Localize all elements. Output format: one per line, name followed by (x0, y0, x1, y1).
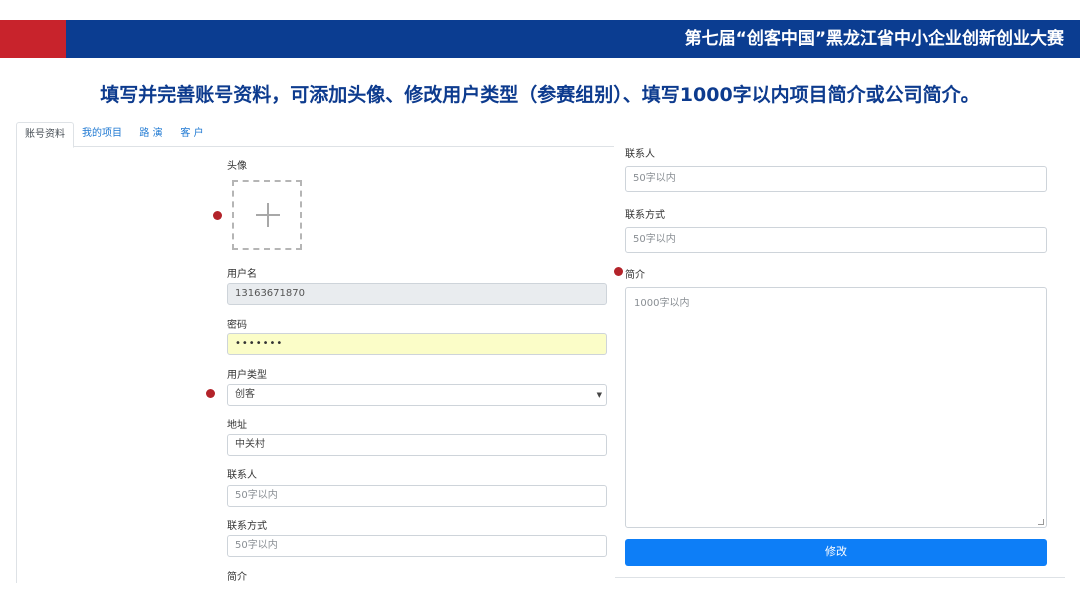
tab-my-projects[interactable]: 我的项目 (78, 122, 126, 147)
intro-textarea[interactable]: 1000字以内 (625, 287, 1047, 528)
contact-method-field[interactable]: 50字以内 (227, 535, 607, 557)
tab-account-info[interactable]: 账号资料 (16, 122, 74, 148)
banner-title: 第七届“创客中国”黑龙江省中小企业创新创业大赛 (684, 29, 1064, 49)
panel-bottom-divider (615, 577, 1065, 578)
address-label: 地址 (227, 420, 247, 431)
username-field: 13163671870 (227, 283, 607, 305)
tab-customers[interactable]: 客 户 (176, 122, 208, 147)
password-field[interactable]: ••••••• (227, 333, 607, 355)
tab-roadshow[interactable]: 路 演 (134, 122, 168, 147)
contact-method-field-right[interactable]: 50字以内 (625, 227, 1047, 253)
marker-dot-user-type (206, 389, 215, 398)
password-label: 密码 (227, 320, 247, 331)
username-label: 用户名 (227, 269, 257, 280)
profile-tabs: 账号资料 我的项目 路 演 客 户 (16, 122, 614, 148)
contact-field[interactable]: 50字以内 (227, 485, 607, 507)
intro-placeholder: 1000字以内 (634, 298, 690, 309)
marker-dot-avatar (213, 211, 222, 220)
marker-dot-intro (614, 267, 623, 276)
user-type-select[interactable]: 创客 ▼ (227, 384, 607, 406)
contact-label-right: 联系人 (625, 149, 655, 160)
top-banner: 第七届“创客中国”黑龙江省中小企业创新创业大赛 (0, 20, 1080, 58)
contact-label: 联系人 (227, 470, 257, 481)
resize-handle-icon[interactable] (1038, 519, 1044, 525)
contact-field-right[interactable]: 50字以内 (625, 166, 1047, 192)
avatar-label: 头像 (227, 161, 247, 172)
intro-label: 简介 (227, 572, 247, 583)
avatar-upload[interactable] (232, 180, 302, 250)
panel-left-border (16, 147, 17, 583)
submit-button[interactable]: 修改 (625, 539, 1047, 566)
address-field[interactable]: 中关村 (227, 434, 607, 456)
contact-method-label: 联系方式 (227, 521, 267, 532)
user-type-label: 用户类型 (227, 370, 267, 381)
user-type-value: 创客 (235, 389, 255, 400)
instruction-headline: 填写并完善账号资料，可添加头像、修改用户类型（参赛组别）、填写1000字以内项目… (100, 84, 980, 106)
caret-down-icon: ▼ (596, 391, 602, 399)
intro-label-right: 简介 (625, 270, 645, 281)
contact-method-label-right: 联系方式 (625, 210, 665, 221)
banner-accent (0, 20, 66, 58)
